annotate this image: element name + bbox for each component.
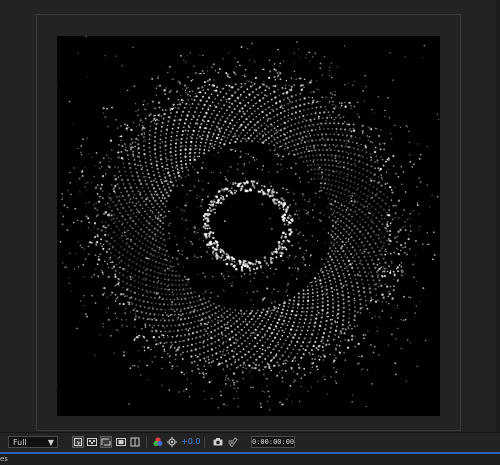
title-action-safe-icon[interactable] bbox=[115, 436, 127, 448]
region-of-interest-icon[interactable] bbox=[72, 436, 84, 448]
particle-vortex-render bbox=[57, 36, 440, 411]
toolbar-divider bbox=[146, 437, 147, 448]
mask-path-icon[interactable] bbox=[100, 436, 112, 448]
transparency-grid-icon[interactable] bbox=[86, 436, 98, 448]
resolution-dropdown[interactable]: Full ▼ bbox=[8, 436, 58, 448]
status-bar: es bbox=[0, 452, 500, 465]
exposure-reset-icon[interactable] bbox=[166, 436, 178, 448]
toolbar-divider bbox=[204, 437, 205, 448]
color-channels-icon[interactable] bbox=[152, 436, 164, 448]
resolution-value: Full bbox=[13, 438, 27, 447]
composition-canvas[interactable] bbox=[57, 36, 440, 416]
viewer-toolbar: Full ▼ +0.0 0:00:00:00 bbox=[0, 432, 500, 452]
chevron-down-icon: ▼ bbox=[47, 438, 54, 447]
current-time-display[interactable]: 0:00:00:00 bbox=[251, 436, 295, 448]
show-snapshot-icon[interactable] bbox=[227, 436, 239, 448]
grid-guides-icon[interactable] bbox=[129, 436, 141, 448]
snapshot-camera-icon[interactable] bbox=[212, 436, 224, 448]
exposure-value[interactable]: +0.0 bbox=[181, 436, 200, 448]
status-text: es bbox=[0, 455, 8, 463]
composition-viewer bbox=[0, 0, 500, 432]
viewer-scrollbar[interactable] bbox=[496, 0, 500, 432]
